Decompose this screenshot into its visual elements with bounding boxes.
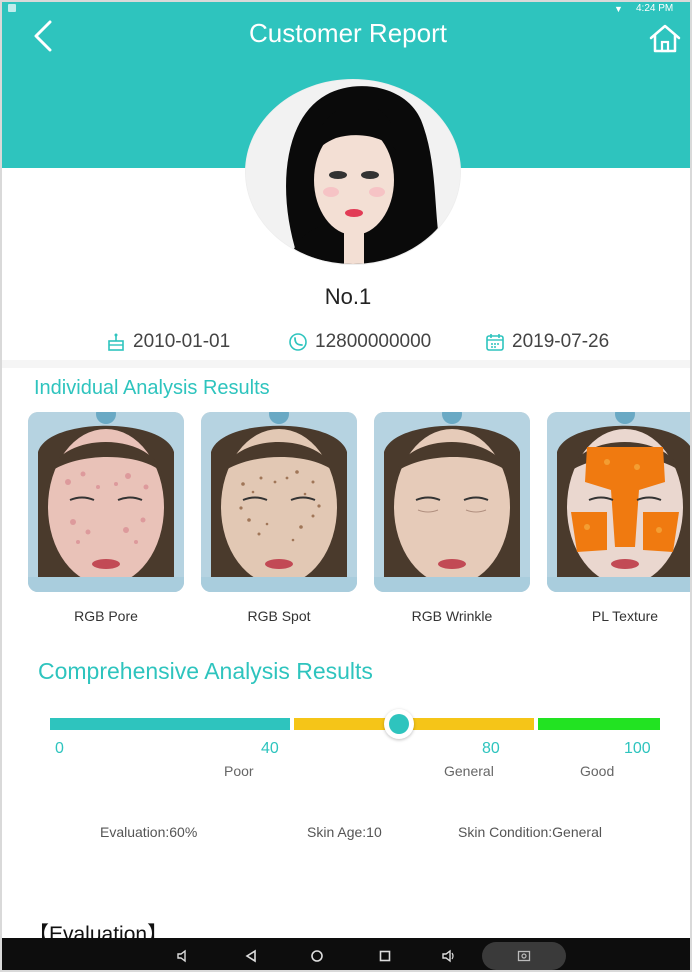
face-image bbox=[28, 412, 184, 592]
phone-info: 12800000000 bbox=[287, 328, 431, 356]
date-info: 2019-07-26 bbox=[484, 328, 609, 356]
analysis-thumb-rgb-spot[interactable] bbox=[201, 412, 357, 592]
face-image bbox=[374, 412, 530, 592]
cake-icon bbox=[105, 331, 127, 353]
thumb-label: RGB Spot bbox=[247, 608, 311, 624]
wifi-icon: ▼ bbox=[614, 4, 623, 14]
scale-segment-good bbox=[538, 718, 660, 730]
app-frame: ▼ 4:24 PM Customer Report No.1 2010-01-0… bbox=[0, 0, 692, 972]
grade-label: Poor bbox=[224, 763, 254, 779]
volume-down-button[interactable] bbox=[166, 938, 200, 970]
evaluation-summary: Evaluation:60% bbox=[100, 824, 198, 840]
tick-label: 0 bbox=[55, 740, 64, 757]
individual-results-title: Individual Analysis Results bbox=[34, 377, 270, 399]
home-button[interactable] bbox=[646, 20, 684, 56]
volume-up-icon bbox=[442, 949, 454, 963]
avatar-illustration bbox=[246, 80, 460, 264]
scale-segment-poor bbox=[50, 718, 290, 730]
analysis-thumb-pl-texture[interactable] bbox=[547, 412, 690, 592]
tick-label: 40 bbox=[261, 740, 279, 757]
face-image bbox=[201, 412, 357, 592]
phone-value: 12800000000 bbox=[315, 331, 432, 352]
system-nav-bar bbox=[2, 938, 690, 970]
score-indicator bbox=[384, 709, 414, 739]
screenshot-icon bbox=[517, 950, 531, 962]
thumb-label: RGB Pore bbox=[74, 608, 138, 624]
tick-label: 100 bbox=[624, 740, 651, 757]
screenshot-button[interactable] bbox=[507, 938, 541, 970]
section-divider bbox=[2, 360, 690, 368]
volume-up-button[interactable] bbox=[432, 938, 466, 970]
home-circle-icon bbox=[311, 950, 323, 962]
comprehensive-results-title: Comprehensive Analysis Results bbox=[38, 658, 373, 684]
tick-label: 80 bbox=[482, 740, 500, 757]
skin-condition-summary: Skin Condition:General bbox=[458, 824, 602, 840]
nav-back-button[interactable] bbox=[234, 938, 268, 970]
status-bar: ▼ 4:24 PM bbox=[2, 2, 690, 16]
calendar-icon bbox=[484, 331, 506, 353]
customer-name: No.1 bbox=[324, 284, 372, 309]
volume-down-icon bbox=[177, 949, 186, 963]
analysis-thumb-rgb-wrinkle[interactable] bbox=[374, 412, 530, 592]
face-image bbox=[547, 412, 690, 592]
birthday-info: 2010-01-01 bbox=[105, 328, 230, 356]
notification-icon bbox=[8, 4, 16, 12]
grade-label: Good bbox=[580, 763, 615, 779]
page-title: Customer Report bbox=[249, 18, 447, 48]
recents-square-icon bbox=[379, 950, 391, 962]
report-date-value: 2019-07-26 bbox=[512, 331, 610, 352]
birthday-value: 2010-01-01 bbox=[133, 331, 231, 352]
skin-age-summary: Skin Age:10 bbox=[307, 824, 382, 840]
back-triangle-icon bbox=[245, 949, 256, 963]
nav-recents-button[interactable] bbox=[368, 938, 402, 970]
customer-avatar bbox=[245, 79, 461, 265]
thumb-label: RGB Wrinkle bbox=[411, 608, 493, 624]
analysis-thumb-rgb-pore[interactable] bbox=[28, 412, 184, 592]
thumb-label: PL Texture bbox=[591, 608, 659, 624]
scale-segment-general bbox=[294, 718, 534, 730]
nav-home-button[interactable] bbox=[300, 938, 334, 970]
home-icon bbox=[649, 24, 681, 53]
grade-label: General bbox=[444, 763, 494, 779]
status-time: 4:24 PM bbox=[636, 3, 674, 14]
phone-icon bbox=[287, 331, 309, 353]
